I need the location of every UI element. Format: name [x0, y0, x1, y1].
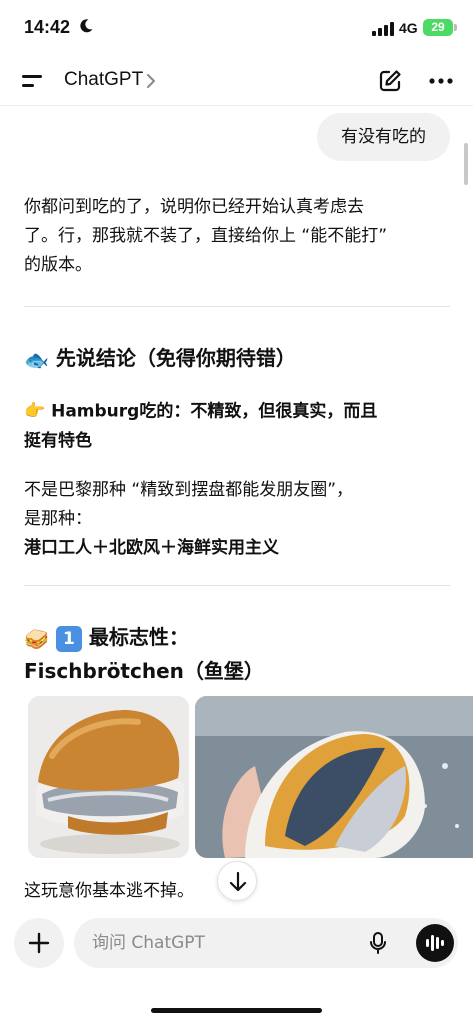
scroll-indicator[interactable]: [464, 143, 468, 185]
conclusion-point: 👉 Hamburg吃的：不精致，但很真实，而且 挺有特色: [24, 397, 377, 456]
voice-mode-button[interactable]: [416, 924, 454, 962]
signal-icon: [372, 22, 394, 36]
section-heading-text: 先说结论（免得你期待错）: [55, 346, 296, 370]
battery-icon: 29: [423, 19, 453, 36]
sandwich-icon: 🥪: [24, 626, 49, 651]
section-heading-text: 最标志性：: [88, 625, 189, 649]
assistant-intro: 你都问到吃的了，说明你已经开始认真考虑去 了。行，那我就不装了，直接给你上 “能…: [24, 193, 387, 280]
fischbroetchen-photo[interactable]: [28, 696, 189, 858]
caption: 这玩意你基本逃不掉。: [24, 881, 194, 901]
scroll-down-button[interactable]: [217, 861, 257, 901]
intro-line: 你都问到吃的了，说明你已经开始认真考虑去: [24, 197, 364, 217]
more-icon[interactable]: [429, 78, 453, 84]
waveform-icon: [426, 935, 444, 951]
divider: [24, 585, 450, 586]
summary-line: 港口工人＋北欧风＋海鲜实用主义: [24, 538, 279, 558]
plus-icon: [28, 932, 50, 954]
new-chat-icon[interactable]: [378, 69, 402, 93]
section-heading: 🐟 先说结论（免得你期待错）: [24, 342, 296, 372]
divider: [24, 306, 450, 307]
conclusion-line: 挺有特色: [24, 430, 92, 451]
section-heading-text: Fischbrötchen（鱼堡）: [24, 658, 264, 683]
conclusion-line: Hamburg吃的：不精致，但很真实，而且: [51, 401, 378, 422]
fischbroetchen-harbor-photo[interactable]: [195, 696, 473, 858]
message-composer: [74, 918, 458, 968]
microphone-icon[interactable]: [370, 932, 386, 954]
comparison-note: 不是巴黎那种 “精致到摆盘都能发朋友圈”， 是那种： 港口工人＋北欧风＋海鲜实用…: [24, 476, 353, 563]
fish-icon: 🐟: [24, 347, 49, 372]
fish-sandwich-image: [28, 696, 189, 858]
number-one-icon: 1: [55, 625, 82, 652]
menu-icon[interactable]: [22, 73, 44, 89]
section-heading: 🥪 1 最标志性： Fischbrötchen（鱼堡）: [24, 621, 264, 687]
chevron-right-icon[interactable]: [146, 73, 156, 89]
add-attachment-button[interactable]: [14, 918, 64, 968]
pointing-hand-icon: 👉: [24, 401, 46, 421]
app-title[interactable]: ChatGPT: [64, 69, 143, 91]
network-label: 4G: [399, 20, 418, 36]
note-line: 不是巴黎那种 “精致到摆盘都能发朋友圈”，: [24, 480, 354, 500]
intro-line: 了。行，那我就不装了，直接给你上 “能不能打”: [24, 226, 388, 246]
fish-sandwich-harbor-image: [195, 696, 473, 858]
chat-header: ChatGPT: [0, 56, 473, 106]
user-message-bubble: 有没有吃的: [317, 113, 450, 161]
intro-line: 的版本。: [24, 255, 92, 275]
message-input[interactable]: [92, 918, 352, 968]
home-indicator: [151, 1008, 322, 1013]
arrow-down-icon: [229, 871, 247, 892]
battery-tip: [454, 24, 457, 31]
status-bar: 14:42 4G 29: [0, 0, 473, 56]
moon-icon: [80, 19, 93, 33]
note-line: 是那种：: [24, 509, 92, 529]
status-time: 14:42: [24, 17, 71, 37]
